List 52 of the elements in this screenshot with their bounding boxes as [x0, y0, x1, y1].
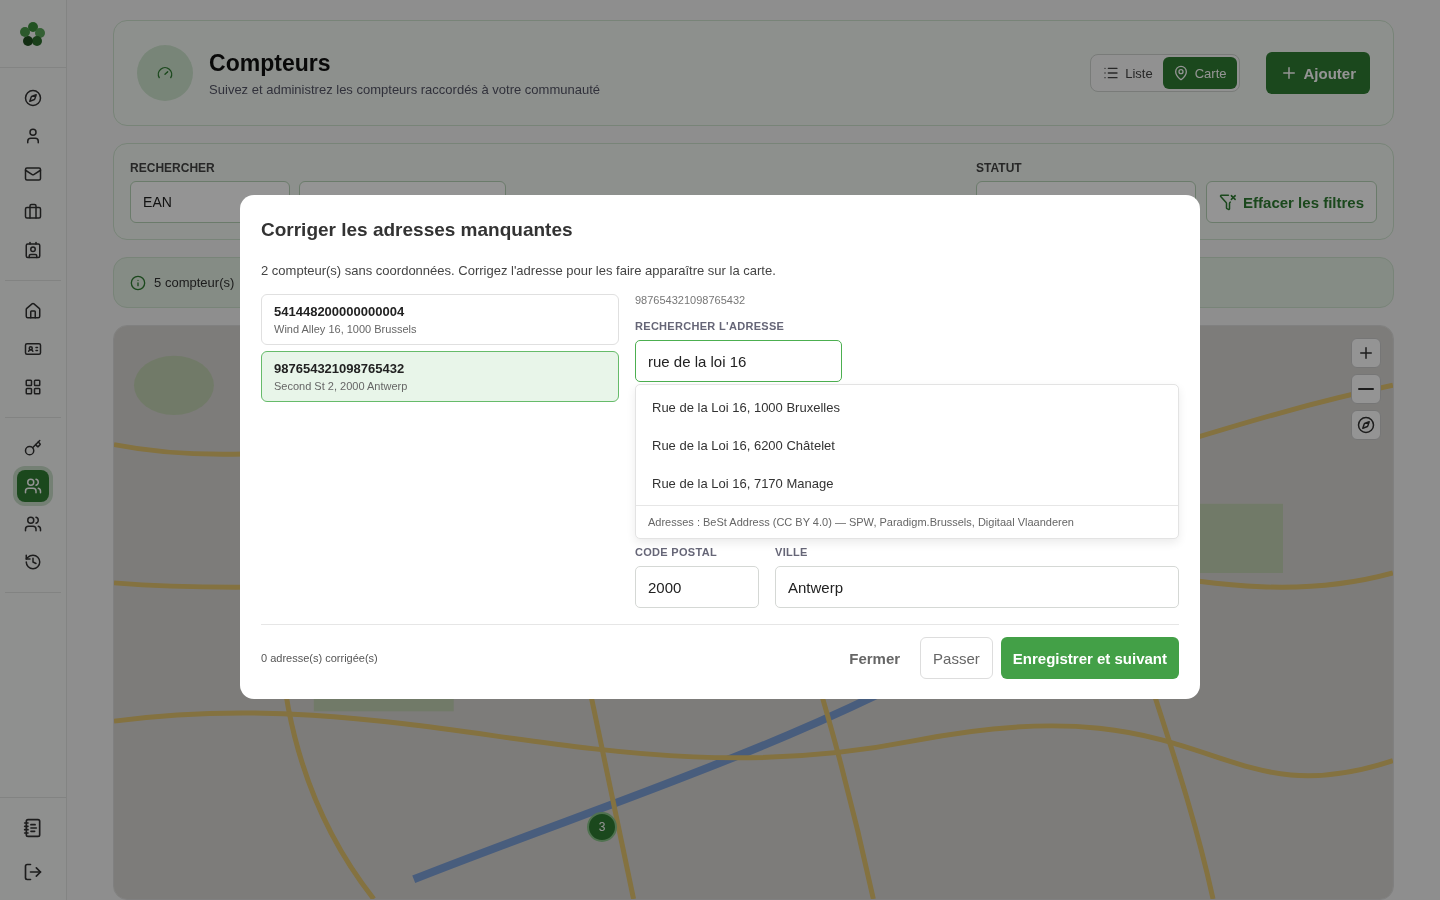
field-label: VILLE	[775, 546, 809, 558]
address-search-field[interactable]: rue de la loi 16	[635, 340, 842, 382]
city-field[interactable]: Antwerp	[775, 566, 1179, 608]
field-label: RECHERCHER	[130, 161, 216, 175]
flower-logo-icon	[20, 20, 47, 47]
meter-item[interactable]: 987654321098765432 Second St 2, 2000 Antwerp	[261, 351, 619, 402]
info-icon	[130, 274, 147, 291]
id-card-icon	[24, 340, 43, 358]
plus-icon	[1357, 344, 1375, 362]
grid-icon	[24, 378, 43, 396]
history-icon	[24, 553, 43, 571]
home-icon	[24, 302, 43, 320]
info-text: 5 compteur(s)	[154, 275, 235, 290]
attribution-text: Adresses : BeSt Address (CC BY 4.0) — SPW, Paradigm.Brussels, Digitaal Vlaanderen	[636, 505, 1178, 538]
notebook-icon	[23, 818, 44, 838]
briefcase-icon	[24, 203, 43, 221]
filter-off-icon	[1219, 193, 1238, 211]
gauge-icon	[157, 65, 174, 81]
page-subtitle: Suivez et administrez les compteurs raccordés à votre communauté	[209, 81, 601, 97]
zoom-in-button[interactable]	[1351, 338, 1381, 368]
suggestion-option[interactable]: Rue de la Loi 16, 1000 Bruxelles	[636, 388, 1178, 426]
clear-filters-button[interactable]: Effacer les filtres	[1206, 181, 1377, 223]
add-button[interactable]: Ajouter	[1265, 52, 1370, 94]
map-pin-icon	[1172, 65, 1189, 81]
compass-button[interactable]	[1351, 410, 1381, 440]
skip-button[interactable]: Passer	[920, 637, 993, 679]
compass-icon	[24, 89, 43, 107]
meter-item[interactable]: 541448200000000004 Wind Alley 16, 1000 Brussels	[261, 294, 619, 345]
mail-icon	[24, 165, 43, 183]
corrected-count: 0 adresse(s) corrigée(s)	[261, 652, 379, 664]
page-title: Compteurs	[209, 49, 332, 77]
contact-card-icon	[24, 241, 43, 259]
users-icon	[24, 515, 43, 533]
current-ean: 987654321098765432	[635, 294, 747, 306]
suggestion-option[interactable]: Rue de la Loi 16, 7170 Manage	[636, 464, 1178, 502]
field-label: RECHERCHER L'ADRESSE	[635, 320, 786, 332]
postal-code-field[interactable]: 2000	[635, 566, 759, 608]
dialog-description: 2 compteur(s) sans coordonnées. Corrigez l'adresse pour les faire apparaître sur la carte.	[261, 263, 777, 278]
view-tab[interactable]: Liste	[1093, 57, 1163, 89]
save-next-button[interactable]: Enregistrer et suivant	[1000, 637, 1179, 679]
logout-icon	[23, 862, 44, 882]
view-tab[interactable]: Carte	[1162, 57, 1237, 89]
list-icon	[1103, 65, 1120, 81]
close-button[interactable]: Fermer	[837, 637, 913, 679]
suggestion-option[interactable]: Rue de la Loi 16, 6200 Châtelet	[636, 426, 1178, 464]
minus-icon	[1358, 388, 1374, 390]
field-label: CODE POSTAL	[635, 546, 718, 558]
users-icon	[24, 477, 43, 495]
key-icon	[24, 439, 43, 457]
field-label: STATUT	[976, 161, 1023, 175]
zoom-out-button[interactable]	[1351, 374, 1381, 404]
compass-icon	[1357, 416, 1375, 434]
